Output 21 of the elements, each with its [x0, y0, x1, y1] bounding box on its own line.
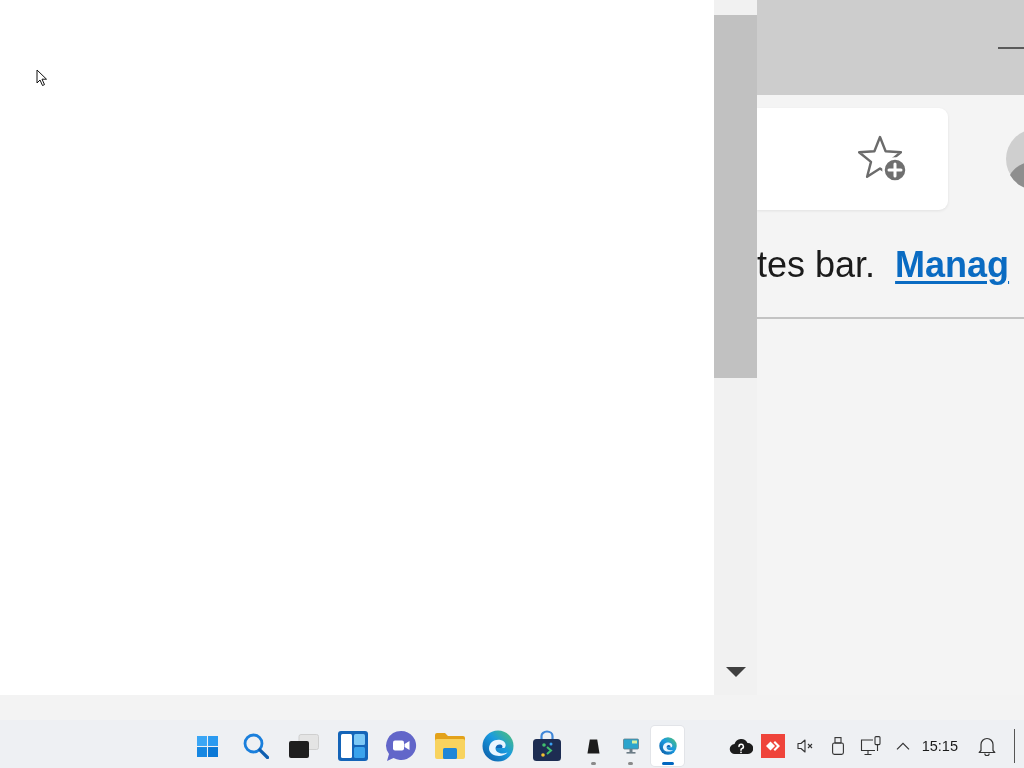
widgets-icon [337, 731, 368, 761]
scrollbar-track[interactable] [714, 0, 757, 695]
scrollbar-thumb[interactable] [714, 15, 757, 378]
minimize-icon[interactable] [998, 46, 1024, 49]
favorites-bar-message: tes bar. [757, 243, 876, 287]
down-arrow-icon[interactable] [725, 667, 746, 677]
folder-icon [433, 732, 466, 760]
browser-swirl-icon [482, 730, 515, 762]
manage-favorites-link[interactable]: Manag [895, 243, 1010, 287]
chat-camera-icon [385, 730, 418, 762]
search-icon [242, 733, 269, 759]
mouse-pointer-icon [36, 69, 48, 87]
taskbar-clock[interactable]: 15:15 [919, 730, 960, 762]
browser-swirl-icon [658, 737, 677, 755]
windows-logo-icon [196, 735, 218, 757]
task-view-icon [289, 734, 320, 758]
profile-avatar-icon[interactable] [1006, 129, 1024, 189]
monitor-icon [622, 738, 639, 754]
dark-block-icon [587, 738, 600, 754]
star-plus-icon[interactable] [858, 135, 908, 183]
shopping-bag-icon [531, 730, 562, 762]
